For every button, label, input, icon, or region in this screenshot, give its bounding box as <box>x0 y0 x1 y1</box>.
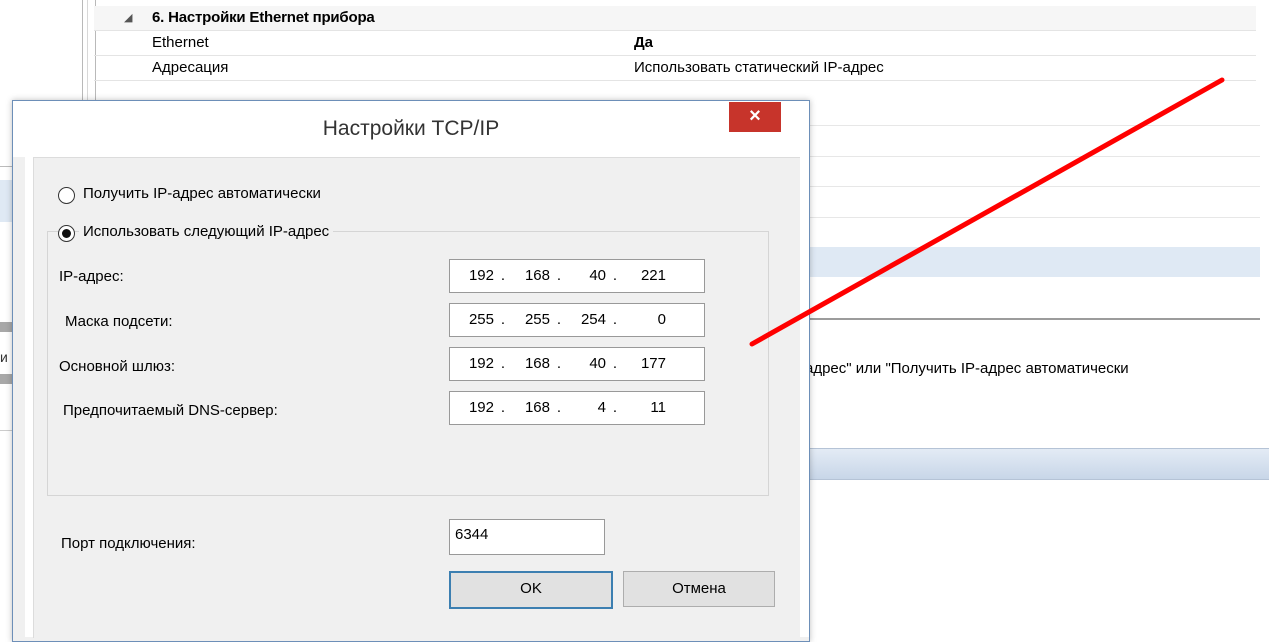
description-text: -адрес" или "Получить IP-адрес автоматич… <box>800 360 1129 377</box>
gateway-label: Основной шлюз: <box>59 358 176 375</box>
dns-server-input[interactable]: 192 . 168 . 4 . 11 <box>449 391 705 425</box>
ip-address-input[interactable]: 192 . 168 . 40 . 221 <box>449 259 705 293</box>
tcpip-settings-dialog: Настройки TCP/IP × Получить IP-адрес авт… <box>12 100 810 642</box>
radio-static-ip-label[interactable]: Использовать следующий IP-адрес <box>79 223 334 240</box>
grid-selected-row <box>790 247 1260 277</box>
ip-octet[interactable]: 177 <box>622 355 666 372</box>
ip-octet[interactable]: 192 <box>450 267 494 284</box>
octet-separator: . <box>612 399 618 416</box>
collapse-arrow-icon[interactable]: ◢ <box>124 11 132 24</box>
dialog-frame <box>25 157 33 637</box>
panel-splitter[interactable] <box>790 318 1260 320</box>
property-row-ethernet[interactable]: Ethernet Да <box>94 31 1256 56</box>
ip-octet[interactable]: 4 <box>562 399 606 416</box>
section-title: 6. Настройки Ethernet прибора <box>152 9 375 26</box>
red-pointer-line <box>749 77 1225 347</box>
ip-octet[interactable]: 168 <box>506 355 550 372</box>
grid-row-line <box>790 217 1260 218</box>
grid-row-line <box>790 125 1260 126</box>
subnet-mask-input[interactable]: 255 . 255 . 254 . 0 <box>449 303 705 337</box>
ip-octet[interactable]: 40 <box>562 267 606 284</box>
close-icon: × <box>749 105 761 127</box>
gateway-input[interactable]: 192 . 168 . 40 . 177 <box>449 347 705 381</box>
ip-octet[interactable]: 254 <box>562 311 606 328</box>
property-name: Ethernet <box>152 34 209 51</box>
property-row-addressing[interactable]: Адресация Использовать статический IP-ад… <box>94 56 1256 81</box>
subnet-mask-label: Маска подсети: <box>65 313 173 330</box>
ok-button[interactable]: OK <box>449 571 613 609</box>
background-header-band <box>790 448 1269 480</box>
ip-octet[interactable]: 40 <box>562 355 606 372</box>
property-value: Использовать статический IP-адрес <box>634 59 884 76</box>
dialog-titlebar[interactable]: Настройки TCP/IP × <box>13 101 809 157</box>
ip-octet[interactable]: 255 <box>506 311 550 328</box>
ip-octet[interactable]: 168 <box>506 267 550 284</box>
ip-octet[interactable]: 0 <box>622 311 666 328</box>
dialog-frame <box>799 157 809 637</box>
dialog-title: Настройки TCP/IP <box>322 117 500 140</box>
ip-address-label: IP-адрес: <box>59 268 124 285</box>
port-value: 6344 <box>455 526 489 543</box>
octet-separator: . <box>612 311 618 328</box>
close-button[interactable]: × <box>729 102 781 132</box>
property-name: Адресация <box>152 59 229 76</box>
ip-octet[interactable]: 168 <box>506 399 550 416</box>
left-panel-text-fragment: и <box>0 349 8 365</box>
grid-row-line <box>790 156 1260 157</box>
radio-auto-ip-label[interactable]: Получить IP-адрес автоматически <box>83 185 321 202</box>
ip-octet[interactable]: 221 <box>622 267 666 284</box>
radio-auto-ip[interactable] <box>58 187 75 204</box>
property-section-header[interactable]: ◢ 6. Настройки Ethernet прибора <box>94 6 1256 31</box>
radio-static-ip[interactable] <box>58 225 75 242</box>
octet-separator: . <box>612 267 618 284</box>
port-input[interactable]: 6344 <box>449 519 605 555</box>
dns-server-label: Предпочитаемый DNS-сервер: <box>63 402 278 419</box>
ip-octet[interactable]: 192 <box>450 355 494 372</box>
octet-separator: . <box>612 355 618 372</box>
ip-octet[interactable]: 192 <box>450 399 494 416</box>
ip-octet[interactable]: 11 <box>622 399 666 416</box>
grid-row-line <box>790 186 1260 187</box>
cancel-button[interactable]: Отмена <box>623 571 775 607</box>
port-label: Порт подключения: <box>61 535 196 552</box>
property-value: Да <box>634 34 654 51</box>
ip-octet[interactable]: 255 <box>450 311 494 328</box>
